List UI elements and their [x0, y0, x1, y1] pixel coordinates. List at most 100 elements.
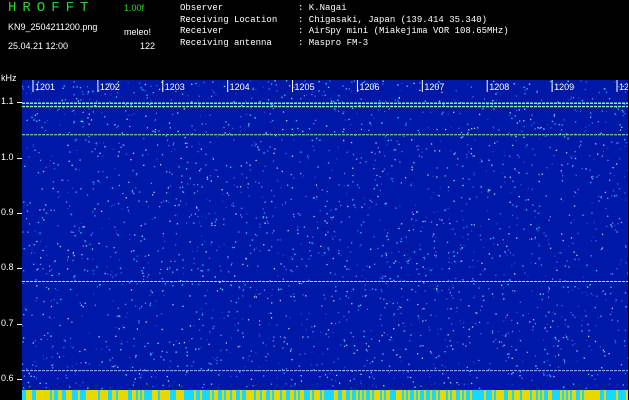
noise-dot	[233, 101, 235, 103]
noise-dot	[106, 123, 109, 125]
noise-dot	[130, 103, 132, 106]
x-tick-label: 1204	[230, 82, 250, 92]
bottom-strip-cell	[544, 390, 546, 400]
noise-dot	[133, 258, 135, 261]
noise-dot	[353, 204, 355, 206]
noise-dot	[588, 345, 590, 347]
noise-dot	[488, 218, 490, 220]
noise-dot	[255, 143, 257, 145]
noise-dot	[523, 228, 525, 230]
noise-dot	[350, 141, 353, 144]
noise-dot	[82, 93, 84, 95]
noise-dot	[364, 284, 366, 286]
noise-dot	[324, 220, 326, 222]
bottom-strip-cell	[366, 390, 368, 400]
noise-dot	[177, 365, 179, 367]
noise-dot	[104, 272, 106, 275]
bottom-strip-cell	[26, 390, 28, 400]
bottom-strip-cell	[106, 390, 108, 400]
noise-dot	[597, 153, 599, 155]
noise-dot	[393, 149, 395, 151]
noise-dot	[371, 360, 374, 363]
bottom-strip-cell	[94, 390, 96, 400]
noise-dot	[213, 325, 215, 328]
noise-dot	[538, 227, 540, 229]
noise-dot	[77, 100, 79, 102]
noise-dot	[507, 283, 509, 286]
noise-dot	[460, 244, 462, 246]
noise-dot	[35, 365, 37, 367]
noise-dot	[429, 351, 432, 353]
bottom-strip-cell	[322, 390, 324, 400]
noise-dot	[556, 304, 558, 306]
noise-dot	[398, 251, 400, 253]
noise-dot	[67, 249, 69, 251]
noise-dot	[531, 379, 533, 382]
noise-dot	[452, 348, 454, 350]
noise-dot	[162, 235, 164, 237]
noise-dot	[444, 351, 446, 353]
noise-dot	[72, 346, 74, 349]
bottom-strip-cell	[252, 390, 254, 400]
noise-dot	[422, 345, 425, 347]
noise-dot	[515, 109, 518, 111]
noise-dot	[268, 249, 270, 251]
noise-dot	[454, 260, 456, 263]
noise-dot	[523, 125, 525, 128]
noise-dot	[398, 97, 400, 99]
noise-dot	[73, 120, 75, 123]
bottom-strip-cell	[492, 390, 494, 400]
noise-dot	[251, 97, 253, 99]
noise-dot	[545, 315, 547, 317]
bottom-strip-cell	[204, 390, 206, 400]
noise-dot	[335, 323, 337, 325]
noise-dot	[516, 122, 518, 124]
noise-dot	[364, 130, 366, 132]
noise-dot	[333, 361, 335, 363]
noise-dot	[318, 80, 320, 83]
bottom-strip-cell	[560, 390, 562, 400]
noise-dot	[364, 277, 367, 280]
noise-dot	[95, 142, 97, 144]
noise-dot	[27, 231, 29, 233]
noise-dot	[67, 366, 69, 368]
noise-dot	[448, 317, 450, 319]
noise-dot	[99, 364, 101, 366]
noise-dot	[455, 90, 457, 92]
noise-dot	[321, 254, 324, 257]
noise-dot	[352, 153, 355, 156]
noise-dot	[210, 363, 212, 365]
noise-dot	[128, 282, 131, 284]
noise-dot	[511, 289, 514, 292]
noise-dot	[169, 341, 171, 343]
noise-dot	[275, 84, 277, 86]
noise-dot	[133, 345, 135, 347]
noise-dot	[40, 240, 42, 243]
noise-dot	[258, 182, 260, 184]
noise-dot	[292, 131, 294, 133]
noise-dot	[170, 99, 172, 101]
noise-dot	[328, 249, 330, 251]
noise-dot	[567, 326, 569, 328]
noise-dot	[343, 128, 345, 130]
noise-dot	[563, 119, 565, 121]
noise-dot	[23, 314, 25, 316]
noise-dot	[26, 218, 28, 220]
noise-dot	[356, 184, 359, 186]
noise-dot	[286, 343, 288, 345]
noise-dot	[474, 295, 476, 297]
noise-dot	[173, 142, 175, 144]
noise-dot	[126, 118, 128, 120]
noise-dot	[469, 342, 471, 344]
noise-dot	[74, 235, 76, 237]
noise-dot	[576, 110, 578, 112]
noise-dot	[262, 208, 264, 210]
noise-dot	[409, 118, 412, 120]
noise-dot	[384, 275, 386, 277]
bottom-strip-cell	[478, 390, 480, 400]
noise-dot	[404, 325, 406, 327]
noise-dot	[157, 342, 159, 344]
noise-dot	[534, 216, 537, 218]
noise-dot	[223, 243, 225, 246]
noise-dot	[308, 312, 310, 315]
